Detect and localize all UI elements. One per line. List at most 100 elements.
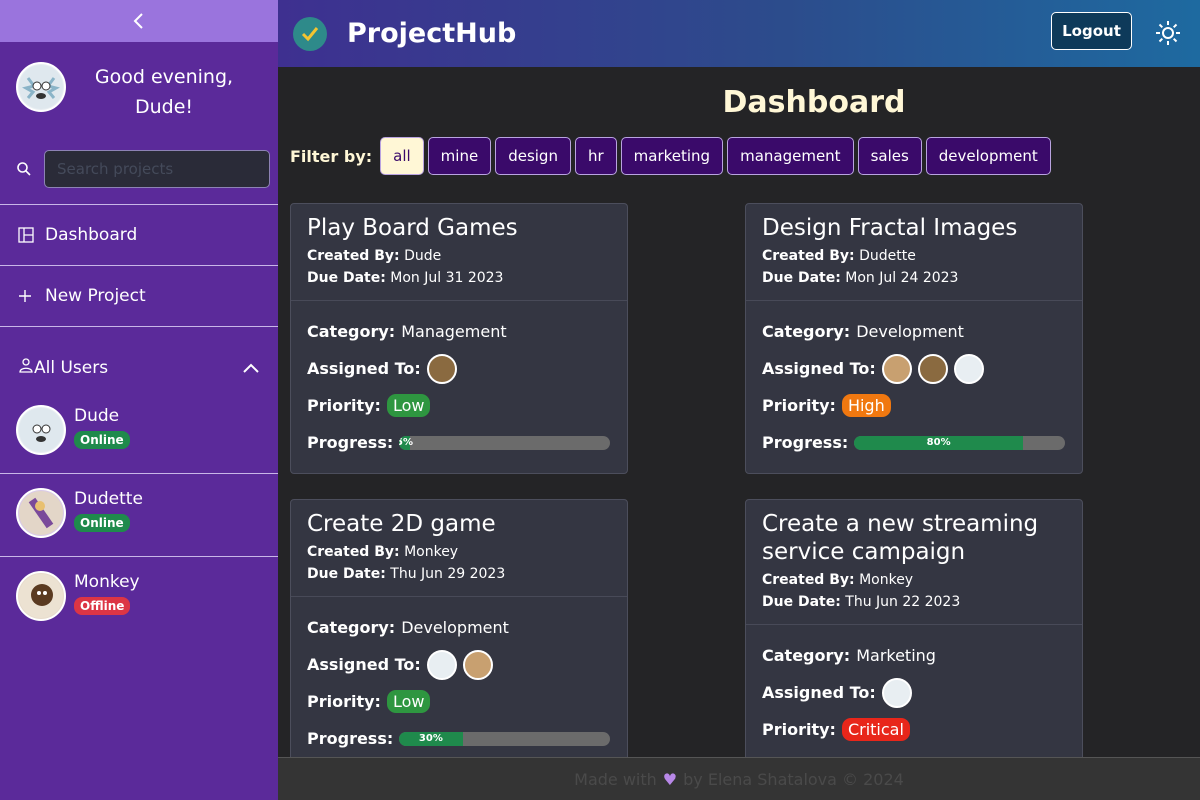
due-date: Due Date: Thu Jun 29 2023	[307, 566, 506, 582]
dashboard-main: Dashboard Filter by: all mine design hr …	[278, 67, 1200, 757]
progress: Progress: 5%	[307, 424, 611, 461]
user-item[interactable]: Dudette Online	[16, 488, 143, 538]
progress-fill: 5%	[399, 435, 413, 450]
filter-management[interactable]: management	[727, 137, 854, 175]
plus-icon	[18, 289, 36, 303]
divider	[0, 556, 278, 557]
due-date: Due Date: Thu Jun 22 2023	[762, 594, 961, 610]
category: Category: Development	[307, 618, 509, 637]
avatar	[16, 488, 66, 538]
footer: Made with ♥ by Elena Shatalova © 2024	[278, 757, 1200, 800]
progress-bar: 80%	[854, 435, 1066, 450]
project-card[interactable]: Create a new streaming service campaign …	[745, 499, 1083, 757]
sidebar-item-dashboard[interactable]: Dashboard	[0, 204, 278, 265]
due-date: Due Date: Mon Jul 31 2023	[307, 270, 504, 286]
footer-prefix: Made with	[574, 769, 657, 789]
sidebar-item-label: New Project	[45, 286, 146, 306]
category: Category: Management	[307, 322, 507, 341]
avatar	[426, 649, 457, 680]
avatar	[426, 353, 457, 384]
priority-badge: High	[841, 394, 891, 417]
status-badge: Online	[74, 514, 130, 532]
filter-sales[interactable]: sales	[857, 137, 922, 175]
user-item[interactable]: Dude Online	[16, 405, 130, 455]
search-icon	[17, 162, 31, 176]
avatar	[917, 353, 948, 384]
user-item[interactable]: Monkey Offline	[16, 571, 140, 621]
avatar	[16, 571, 66, 621]
filter-mine[interactable]: mine	[427, 137, 492, 175]
status-badge: Online	[74, 431, 130, 449]
sidebar-item-new-project[interactable]: New Project	[0, 265, 278, 326]
filter-marketing[interactable]: marketing	[620, 137, 724, 175]
priority: Priority: High	[762, 387, 1066, 424]
all-users-label: All Users	[34, 357, 109, 378]
created-by: Created By: Monkey	[762, 572, 914, 588]
avatar-icon	[19, 491, 63, 535]
filter-all[interactable]: all	[380, 137, 424, 175]
user-info: Dude Online	[74, 405, 130, 449]
brand-title: ProjectHub	[347, 18, 517, 49]
avatar	[16, 62, 66, 112]
chevron-up-icon	[243, 363, 259, 373]
progress: Progress: 80%	[762, 424, 1066, 461]
progress-fill: 30%	[399, 731, 463, 746]
sidebar: Good evening, Dude! Dashboard New Projec…	[0, 0, 278, 800]
avatar-icon	[19, 65, 63, 109]
created-by: Created By: Dude	[307, 248, 442, 264]
avatar	[462, 649, 493, 680]
logout-button[interactable]: Logout	[1051, 12, 1132, 50]
sidebar-item-label: Dashboard	[45, 225, 138, 245]
project-title: Create 2D game	[307, 511, 496, 537]
avatar	[16, 405, 66, 455]
priority-badge: Low	[386, 690, 431, 713]
user-info: Dudette Online	[74, 488, 143, 532]
project-card[interactable]: Create 2D game Created By: Monkey Due Da…	[290, 499, 628, 757]
project-title: Design Fractal Images	[762, 215, 1018, 241]
project-title: Create a new streaming service campaign	[762, 511, 1039, 565]
user-name: Monkey	[74, 572, 140, 592]
category: Category: Marketing	[762, 646, 936, 665]
progress: Progress: 30%	[307, 720, 611, 757]
all-users-toggle[interactable]: All Users	[0, 326, 278, 408]
search-area	[16, 150, 270, 188]
category: Category: Development	[762, 322, 964, 341]
greeting-text: Good evening, Dude!	[94, 66, 234, 118]
avatar	[953, 353, 984, 384]
assigned-to: Assigned To:	[762, 350, 1066, 387]
check-icon	[293, 16, 327, 51]
avatar	[881, 353, 912, 384]
top-header: ProjectHub Logout	[278, 0, 1200, 67]
project-title: Play Board Games	[307, 215, 518, 241]
filter-label: Filter by:	[290, 146, 373, 166]
user-icon	[18, 357, 34, 378]
project-card[interactable]: Play Board Games Created By: Dude Due Da…	[290, 203, 628, 474]
sidebar-nav: Dashboard New Project All Users	[0, 204, 278, 408]
assigned-to: Assigned To:	[307, 646, 611, 683]
sun-icon[interactable]	[1154, 19, 1182, 51]
avatar	[881, 677, 912, 708]
progress-bar: 30%	[399, 731, 611, 746]
progress-fill: 80%	[854, 435, 1024, 450]
priority: Priority: Critical	[762, 711, 1066, 748]
filter-hr[interactable]: hr	[574, 137, 617, 175]
created-by: Created By: Monkey	[307, 544, 459, 560]
avatar-icon	[19, 574, 63, 618]
project-card[interactable]: Design Fractal Images Created By: Dudett…	[745, 203, 1083, 474]
filter-bar: Filter by: all mine design hr marketing …	[290, 137, 1055, 175]
dashboard-icon	[18, 227, 36, 243]
created-by: Created By: Dudette	[762, 248, 916, 264]
divider	[0, 473, 278, 474]
priority: Priority: Low	[307, 387, 611, 424]
page-title: Dashboard	[722, 85, 906, 120]
filter-design[interactable]: design	[495, 137, 571, 175]
filter-development[interactable]: development	[925, 137, 1051, 175]
due-date: Due Date: Mon Jul 24 2023	[762, 270, 959, 286]
user-name: Dudette	[74, 489, 143, 509]
user-info: Monkey Offline	[74, 571, 140, 615]
collapse-sidebar-button[interactable]	[0, 0, 278, 42]
assigned-to: Assigned To:	[762, 674, 1066, 711]
heart-icon: ♥	[662, 769, 678, 789]
search-input[interactable]	[44, 150, 270, 188]
assigned-to: Assigned To:	[307, 350, 611, 387]
